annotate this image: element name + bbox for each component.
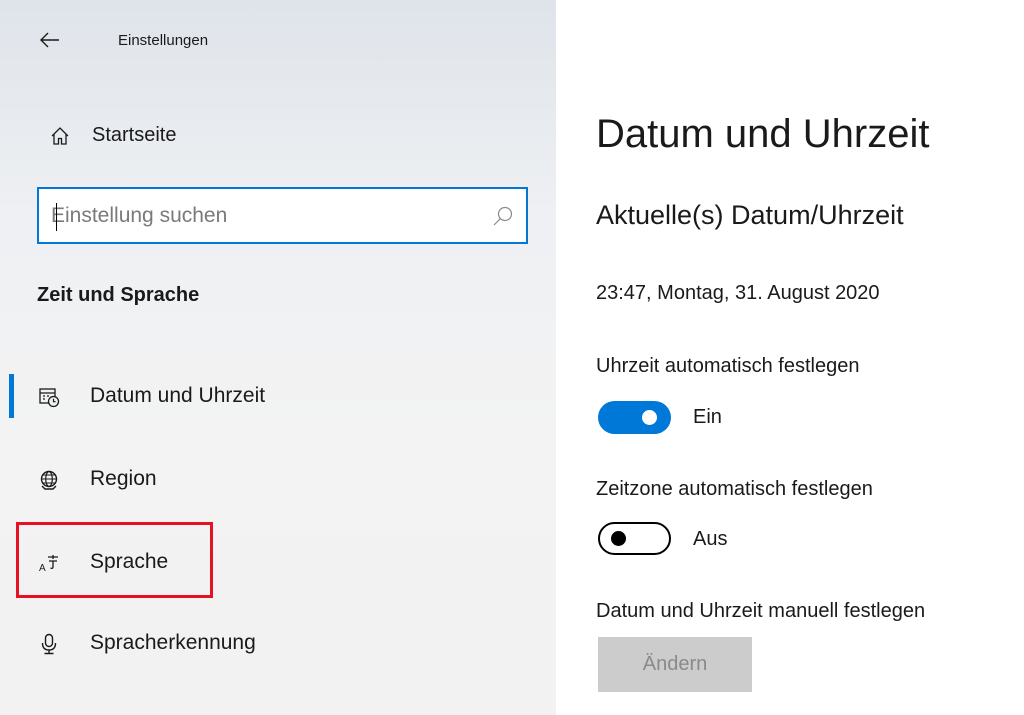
main-content: Datum und Uhrzeit Aktuelle(s) Datum/Uhrz…: [556, 0, 1024, 715]
sidebar-item-label: Region: [90, 467, 157, 490]
sidebar-item-spracherkennung[interactable]: Spracherkennung: [0, 615, 556, 671]
sidebar-item-label: Sprache: [90, 550, 169, 573]
app-title: Einstellungen: [118, 32, 209, 49]
section-title: Zeit und Sprache: [37, 284, 200, 306]
microphone-icon: [36, 631, 62, 657]
sidebar-item-label: Spracherkennung: [90, 631, 256, 654]
sidebar-item-label: Datum und Uhrzeit: [90, 384, 266, 407]
auto-timezone-state: Aus: [693, 528, 728, 550]
back-button[interactable]: [30, 20, 70, 60]
calendar-clock-icon: [36, 384, 62, 410]
back-arrow-icon: [40, 32, 59, 48]
page-title: Datum und Uhrzeit: [596, 112, 930, 156]
auto-time-label: Uhrzeit automatisch festlegen: [596, 355, 860, 377]
auto-timezone-toggle[interactable]: [598, 522, 671, 555]
globe-icon: [36, 467, 62, 493]
svg-text:A: A: [39, 563, 46, 574]
auto-timezone-label: Zeitzone automatisch festlegen: [596, 478, 873, 500]
sidebar-item-region[interactable]: Region: [0, 451, 556, 507]
home-icon: [48, 124, 72, 148]
sidebar-item-sprache[interactable]: A Sprache: [0, 534, 556, 590]
text-caret: [56, 203, 57, 231]
toggle-knob: [642, 410, 657, 425]
sidebar-item-datum-und-uhrzeit[interactable]: Datum und Uhrzeit: [0, 368, 556, 424]
language-icon: A: [36, 550, 62, 576]
sidebar: Einstellungen Startseite Zeit und Sprach…: [0, 0, 556, 715]
auto-time-state: Ein: [693, 406, 722, 428]
search-box[interactable]: [37, 187, 528, 244]
current-datetime: 23:47, Montag, 31. August 2020: [596, 282, 880, 304]
auto-time-toggle[interactable]: [598, 401, 671, 434]
sidebar-item-label: Startseite: [92, 124, 177, 146]
search-input[interactable]: [51, 199, 471, 233]
toggle-knob: [611, 530, 626, 546]
change-button[interactable]: Ändern: [598, 637, 752, 692]
section-subtitle: Aktuelle(s) Datum/Uhrzeit: [596, 200, 904, 230]
manual-datetime-label: Datum und Uhrzeit manuell festlegen: [596, 600, 926, 622]
title-bar: Einstellungen: [0, 0, 556, 80]
search-icon[interactable]: [492, 205, 514, 227]
sidebar-item-home[interactable]: Startseite: [0, 112, 556, 160]
